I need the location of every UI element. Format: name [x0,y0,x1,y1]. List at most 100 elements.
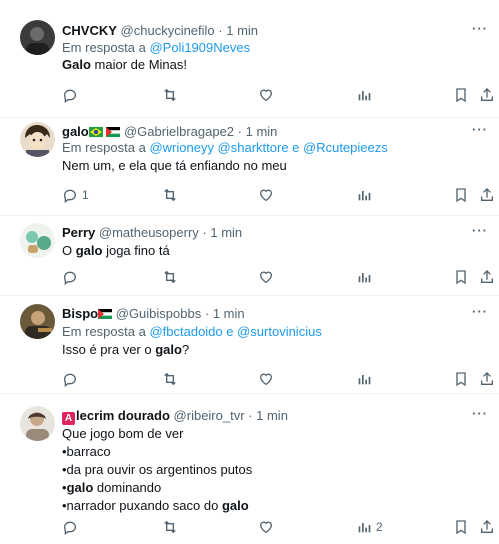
repost-button[interactable] [162,518,178,536]
views-button[interactable] [356,370,376,388]
action-bar [0,370,499,388]
display-name[interactable]: lecrim dourado [76,408,170,423]
more-options-icon[interactable]: ··· [472,223,488,239]
share-button[interactable] [479,186,495,204]
hashtag-word: galo [75,243,103,258]
views-icon [356,269,372,285]
repost-icon [162,87,178,103]
repost-button[interactable] [162,86,178,104]
handle[interactable]: @ribeiro_tvr [174,408,245,423]
timestamp[interactable]: 1 min [210,225,242,240]
post-text: Isso é pra ver o galo? [62,341,189,359]
display-name[interactable]: CHVCKY [62,23,117,38]
bookmark-button[interactable] [453,518,469,536]
share-button[interactable] [479,370,495,388]
share-button[interactable] [479,86,495,104]
display-name[interactable]: Perry [62,225,95,240]
name-badge-icon: A [62,412,75,425]
like-icon [258,371,274,387]
separator: · [218,23,223,38]
post-line: Isso é pra ver o galo? [62,341,189,359]
reply-button[interactable] [62,370,82,388]
like-button[interactable] [258,268,274,286]
more-options-icon[interactable]: ··· [472,21,488,37]
like-button[interactable] [258,370,274,388]
views-icon [356,371,372,387]
like-button[interactable] [258,518,274,536]
reply-button[interactable] [62,86,82,104]
post-0[interactable]: CHVCKY @chuckycinefilo · 1 min ··· Em re… [0,0,499,118]
bookmark-button[interactable] [453,370,469,388]
avatar[interactable] [20,406,55,441]
avatar[interactable] [20,223,55,258]
reply-mention-link[interactable]: @Poli1909Neves [149,40,250,55]
handle[interactable]: @matheusoperry [99,225,199,240]
display-name[interactable]: Bispo [62,306,98,321]
text-run: Que jogo bom de ver [62,426,184,441]
like-button[interactable] [258,86,274,104]
reply-mention-link[interactable]: @fbctadoido e @surtovinicius [149,324,321,339]
post-text: Nem um, e ela que tá enfiando no meu [62,157,287,175]
reply-mention-link[interactable]: @wrioneyy @sharkttore e @Rcutepieezs [149,140,387,155]
timestamp[interactable]: 1 min [246,124,278,139]
text-run: maior de Minas! [90,57,187,72]
reply-icon [62,187,78,203]
repost-icon [162,269,178,285]
views-button[interactable]: 2 [356,518,383,536]
handle[interactable]: @chuckycinefilo [121,23,215,38]
repost-button[interactable] [162,370,178,388]
like-icon [258,519,274,535]
post-2[interactable]: Perry @matheusoperry · 1 min ··· O galo … [0,216,499,296]
reply-button[interactable] [62,268,82,286]
repost-button[interactable] [162,268,178,286]
separator: · [248,408,253,423]
post-line: •da pra ouvir os argentinos putos [62,461,252,479]
post-3[interactable]: Bispo @Guibispobbs · 1 min ··· Em respos… [0,296,499,394]
timestamp[interactable]: 1 min [256,408,288,423]
bookmark-icon [453,87,469,103]
more-options-icon[interactable]: ··· [472,406,488,422]
more-options-icon[interactable]: ··· [472,304,488,320]
post-text: Galo maior de Minas! [62,56,187,74]
reply-button[interactable]: 1 [62,186,89,204]
avatar[interactable] [20,304,55,339]
bookmark-button[interactable] [453,268,469,286]
more-options-icon[interactable]: ··· [472,122,488,138]
repost-icon [162,371,178,387]
separator: · [237,124,242,139]
bookmark-icon [453,519,469,535]
views-icon [356,87,372,103]
post-1[interactable]: galo @Gabrielbragape2 · 1 min ··· Em res… [0,118,499,216]
share-icon [479,371,495,387]
text-run: Nem um, e ela que tá enfiando no meu [62,158,287,173]
text-run: dominando [93,480,162,495]
hashtag-word: galo [66,480,94,495]
share-button[interactable] [479,268,495,286]
handle[interactable]: @Guibispobbs [116,306,201,321]
display-name[interactable]: galo [62,124,89,139]
bookmark-button[interactable] [453,186,469,204]
like-button[interactable] [258,186,274,204]
handle[interactable]: @Gabrielbragape2 [124,124,234,139]
repost-button[interactable] [162,186,178,204]
repost-icon [162,187,178,203]
share-icon [479,87,495,103]
post-4[interactable]: Alecrim dourado @ribeiro_tvr · 1 min ···… [0,394,499,544]
text-run: joga fino tá [102,243,170,258]
like-icon [258,187,274,203]
text-run: ? [181,342,190,357]
views-button[interactable] [356,86,376,104]
post-line: Nem um, e ela que tá enfiando no meu [62,157,287,175]
reply-context: Em resposta a @fbctadoido e @surtovinici… [62,324,322,340]
timestamp[interactable]: 1 min [226,23,258,38]
reply-button[interactable] [62,518,82,536]
reply-icon [62,519,78,535]
avatar[interactable] [20,20,55,55]
timestamp[interactable]: 1 min [213,306,245,321]
bookmark-button[interactable] [453,86,469,104]
views-button[interactable] [356,186,376,204]
avatar[interactable] [20,122,55,157]
views-button[interactable] [356,268,376,286]
bookmark-icon [453,269,469,285]
share-button[interactable] [479,518,495,536]
